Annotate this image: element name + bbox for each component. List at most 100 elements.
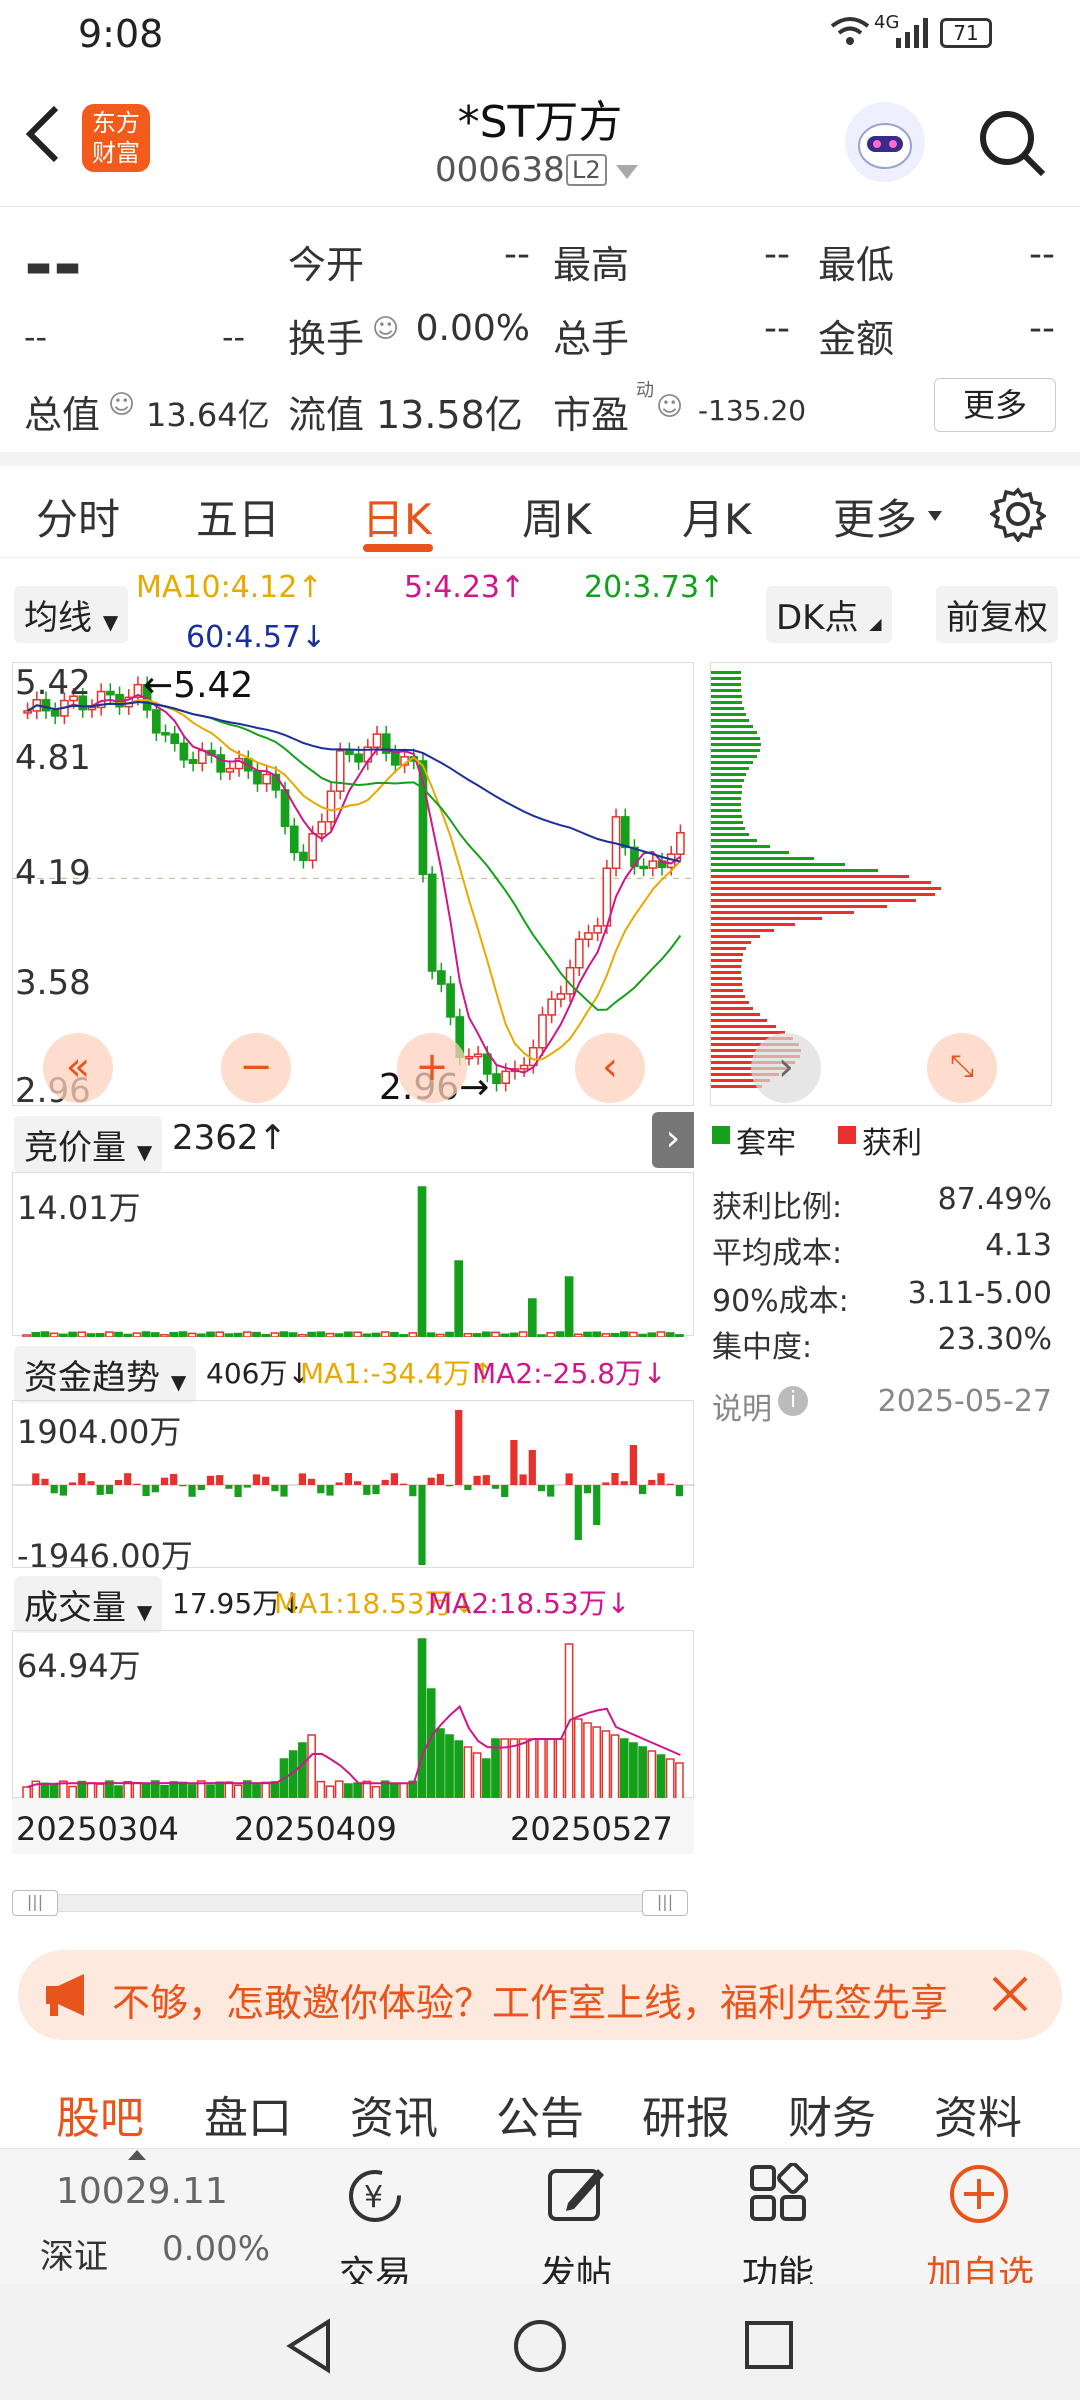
dropdown-icon[interactable] (616, 164, 638, 183)
fund-bar (133, 1483, 141, 1485)
avg-cost-value: 4.13 (985, 1228, 1052, 1263)
auction-bar (141, 1331, 151, 1337)
candle (676, 832, 685, 855)
grid-icon[interactable] (748, 2162, 809, 2227)
index-name[interactable]: 深证 (40, 2229, 108, 2278)
candle (253, 769, 262, 785)
auction-bar (95, 1332, 105, 1337)
auction-bar (86, 1333, 96, 1337)
close-icon[interactable] (988, 1972, 1032, 2020)
fund-bar (418, 1485, 426, 1565)
volume-bar (629, 1742, 638, 1799)
tab-finance[interactable]: 财务 (788, 2082, 876, 2146)
zoom-in-icon[interactable]: + (397, 1033, 467, 1103)
trade-icon[interactable]: ¥ (342, 2163, 408, 2233)
tab-profile[interactable]: 资料 (934, 2082, 1022, 2146)
edit-icon[interactable] (546, 2163, 608, 2229)
chip-bar (711, 743, 761, 746)
chip-bar (711, 749, 760, 752)
auction-bar (610, 1332, 620, 1337)
fund-trend-select[interactable]: 资金趋势 ▼ (14, 1346, 197, 1403)
fund-bar (675, 1485, 683, 1497)
fund-bar (87, 1481, 95, 1485)
tab-pankou[interactable]: 盘口 (204, 2082, 292, 2146)
candle (188, 759, 198, 765)
chip-bar (711, 683, 741, 686)
auction-bar (178, 1331, 188, 1337)
zoom-out-icon[interactable]: − (221, 1033, 291, 1103)
auction-bar (307, 1331, 316, 1337)
candle (584, 932, 593, 940)
auction-bar (316, 1331, 326, 1337)
index-pct[interactable]: 0.00% (162, 2229, 270, 2269)
expand-icon[interactable]: ⤡ (927, 1033, 997, 1103)
add-circle-icon[interactable] (948, 2163, 1010, 2229)
indicator-select[interactable]: 均线 ▼ (14, 586, 129, 643)
scroll-left-icon[interactable]: ‹ (575, 1033, 645, 1103)
nav-back-icon[interactable] (284, 2318, 334, 2378)
forward-adjust-button[interactable]: 前复权 (936, 586, 1058, 643)
scroll-left-fast-icon[interactable]: « (43, 1033, 113, 1103)
nav-recents-icon[interactable] (744, 2320, 794, 2374)
chip-bar (711, 755, 757, 758)
auction-volume-chart[interactable]: 14.01万 (12, 1172, 694, 1337)
chip-bar (711, 923, 795, 926)
tab-news[interactable]: 资讯 (350, 2082, 438, 2146)
gear-icon[interactable] (988, 486, 1048, 546)
volume-bar (675, 1762, 684, 1799)
nav-home-icon[interactable] (512, 2318, 568, 2378)
fund-bar (473, 1475, 481, 1485)
back-icon[interactable] (22, 102, 62, 170)
y-label: 4.19 (15, 853, 91, 893)
chevron-right-icon[interactable]: › (751, 1033, 821, 1103)
level2-badge[interactable]: L2 (566, 154, 607, 186)
brand-logo[interactable]: 东方财富 (82, 104, 150, 172)
auction-bar (491, 1331, 500, 1337)
tab-more[interactable]: 更多 (833, 486, 917, 547)
info-icon[interactable]: ☺ (108, 390, 135, 420)
tab-intraday[interactable]: 分时 (36, 486, 120, 547)
chip-bar (711, 977, 742, 980)
fund-bar (482, 1475, 490, 1485)
range-slider-left-handle[interactable]: ||| (12, 1890, 58, 1916)
range-slider-right-handle[interactable]: ||| (642, 1890, 688, 1916)
search-icon[interactable] (975, 106, 1047, 182)
tab-weekly-k[interactable]: 周K (522, 486, 592, 547)
candle (473, 1053, 483, 1058)
robot-avatar-icon[interactable] (845, 102, 925, 182)
battery-icon: 71 (940, 18, 992, 48)
tab-monthly-k[interactable]: 月K (682, 486, 752, 547)
volume-select[interactable]: 成交量 ▼ (14, 1576, 163, 1633)
fund-trend-chart[interactable]: 1904.00万 -1946.00万 (12, 1400, 695, 1575)
auction-bar (629, 1331, 638, 1337)
candle (345, 750, 354, 755)
info-icon[interactable]: i (778, 1386, 808, 1416)
tab-daily-k[interactable]: 日K (362, 486, 432, 547)
fund-bar (620, 1481, 628, 1485)
indicator-select-label: 均线 (24, 598, 92, 638)
svg-text:¥: ¥ (364, 2180, 383, 2215)
auction-select[interactable]: 竞价量 ▼ (14, 1116, 163, 1173)
info-icon[interactable]: ☺ (372, 314, 399, 344)
dk-point-button[interactable]: DK点 ◢ (766, 586, 892, 643)
tab-guba[interactable]: 股吧 (56, 2082, 144, 2146)
kline-chart[interactable]: 5.42 4.81 4.19 3.58 2.96 ←5.42 2.96→ « −… (12, 662, 695, 1111)
range-slider-track[interactable] (12, 1894, 688, 1912)
volume-bar (601, 1730, 611, 1799)
volume-chart[interactable]: 64.94万 (12, 1630, 694, 1799)
index-value[interactable]: 10029.11 (56, 2171, 228, 2212)
fund-bar (445, 1485, 454, 1487)
chip-note-row[interactable]: 说明 i 2025-05-27 (712, 1384, 1052, 1428)
promo-banner[interactable]: 不够，怎敢邀你体验？工作室上线，福利先签先享 (18, 1950, 1062, 2040)
chip-bar (711, 827, 745, 830)
chip-bar (711, 857, 814, 860)
dropdown-icon[interactable] (928, 506, 942, 525)
info-icon[interactable]: ☺ (656, 392, 683, 422)
tab-research[interactable]: 研报 (642, 2082, 730, 2146)
tab-announcements[interactable]: 公告 (496, 2082, 584, 2146)
chip-distribution-chart[interactable]: › ⤡ (710, 662, 1052, 1106)
collapse-arrow-icon[interactable]: › (652, 1112, 694, 1168)
tab-five-day[interactable]: 五日 (196, 486, 280, 547)
high-value: -- (764, 234, 790, 275)
more-button[interactable]: 更多 (934, 378, 1056, 432)
